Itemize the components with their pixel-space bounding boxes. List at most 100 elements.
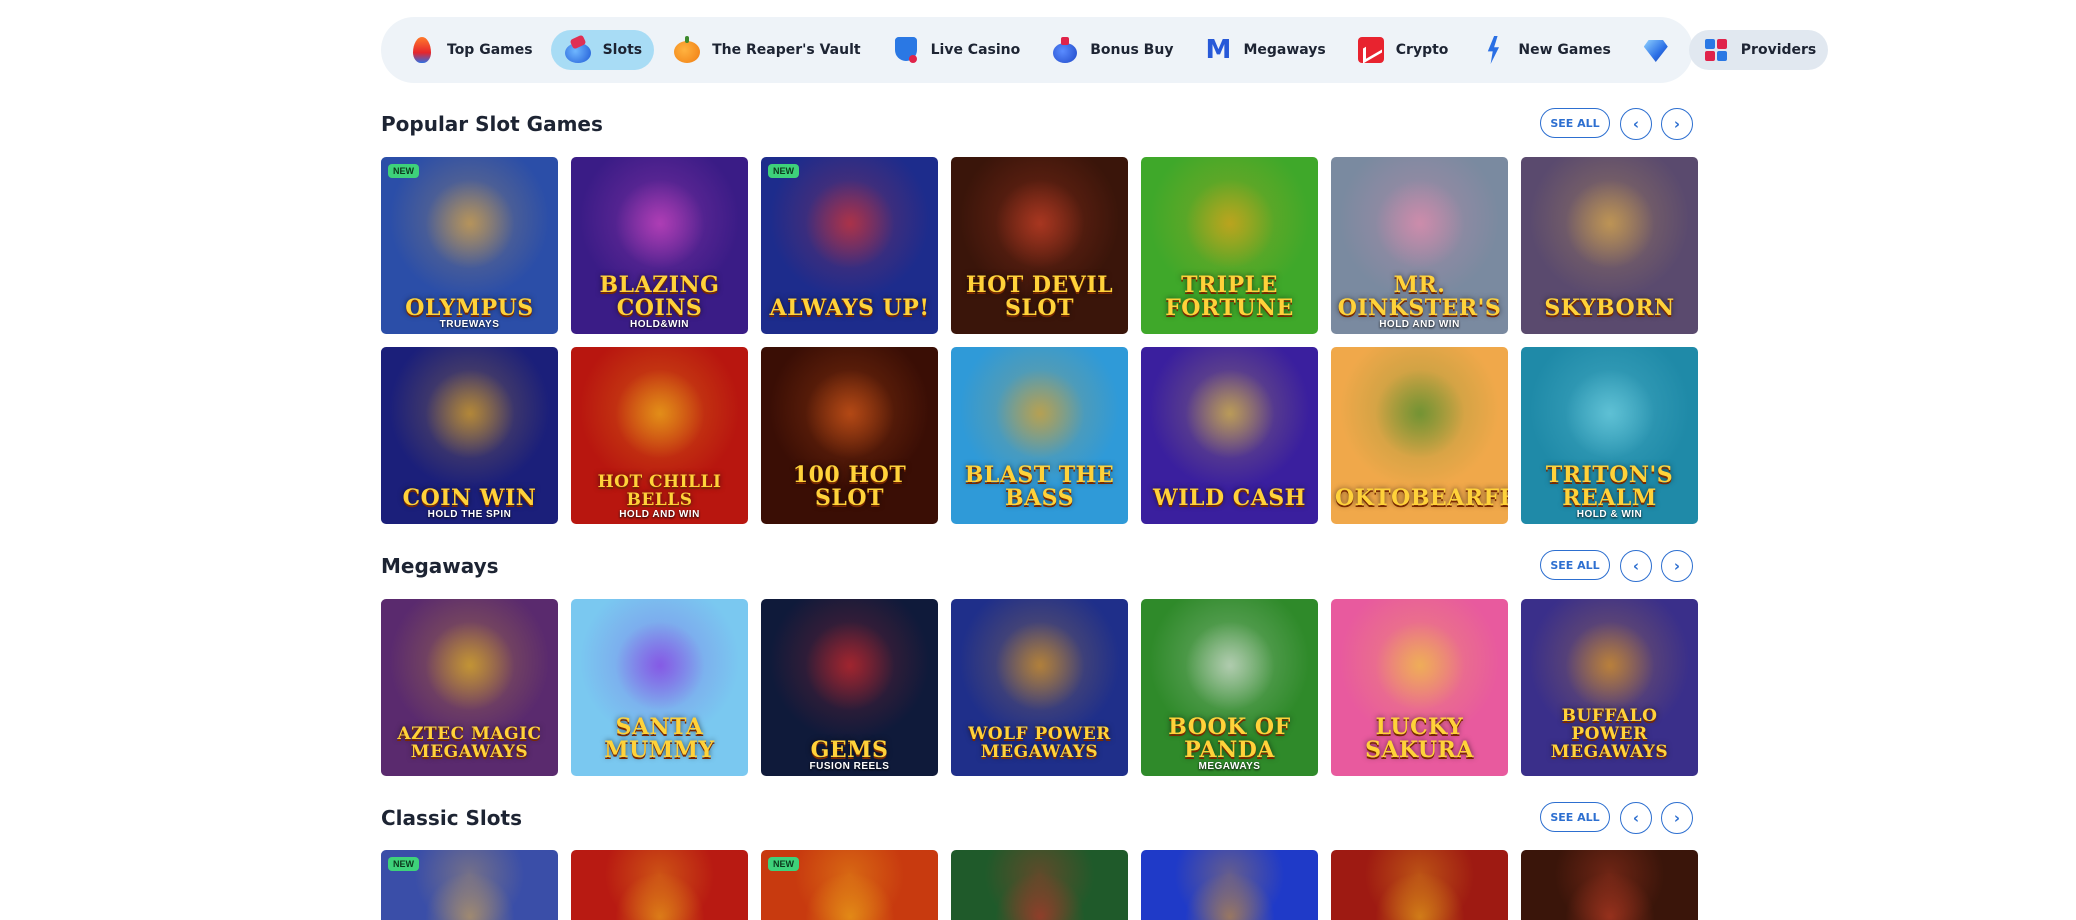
game-artwork [1565, 872, 1655, 920]
game-tile[interactable] [951, 850, 1128, 920]
game-artwork [1185, 179, 1275, 269]
nav-item-megaways[interactable]: M Megaways [1191, 30, 1337, 70]
lightning-icon [1478, 35, 1508, 65]
game-tile[interactable]: NEW Olympus TRUEWAYS [381, 157, 558, 334]
game-title: Aztec Magic Megaways [397, 724, 542, 763]
nav-item-label: Crypto [1395, 42, 1449, 58]
new-badge: NEW [768, 857, 799, 871]
game-row: NEW NEW [381, 850, 1698, 920]
nav-item-slots[interactable]: Slots [550, 30, 655, 70]
game-tile[interactable]: Mr. Oinkster's HOLD AND WIN [1331, 157, 1508, 334]
section-header-megaways: Megaways SEE ALL ‹ › [381, 550, 1699, 586]
game-tile[interactable]: Blast the Bass [951, 347, 1128, 524]
game-tile[interactable]: Coin Win HOLD THE SPIN [381, 347, 558, 524]
nav-item-label: Bonus Buy [1090, 42, 1174, 58]
game-tile[interactable]: Wild Cash [1141, 347, 1318, 524]
game-artwork [1375, 369, 1465, 459]
game-title: Santa Mummy [604, 713, 715, 763]
game-tile[interactable]: Triton's Realm HOLD & WIN [1521, 347, 1698, 524]
game-tile[interactable]: Hot Chilli Bells HOLD AND WIN [571, 347, 748, 524]
game-title: Always Up! [769, 294, 930, 321]
nav-item-new-games[interactable]: New Games [1466, 30, 1622, 70]
game-tile[interactable] [1331, 850, 1508, 920]
new-badge: NEW [388, 164, 419, 178]
category-nav: Top Games Slots The Reaper's Vault Live … [381, 17, 1829, 83]
next-button[interactable]: › [1661, 550, 1693, 582]
game-subtitle: FUSION REELS [809, 761, 890, 772]
game-artwork [425, 179, 515, 269]
game-artwork [425, 369, 515, 459]
see-all-button[interactable]: SEE ALL [1540, 108, 1610, 138]
nav-item-reapers-vault[interactable]: The Reaper's Vault [660, 30, 873, 70]
game-row: Aztec Magic Megaways Santa Mummy Gems FUSIO… [381, 599, 1698, 776]
game-tile[interactable]: 100 Hot Slot [761, 347, 938, 524]
new-badge: NEW [388, 857, 419, 871]
section-title: Megaways [381, 554, 499, 578]
game-title: Triton's Realm [1545, 461, 1674, 511]
game-tile[interactable]: Skyborn [1521, 157, 1698, 334]
game-subtitle: HOLD AND WIN [1379, 319, 1460, 330]
game-tile[interactable]: Lucky Sakura [1331, 599, 1508, 776]
see-all-button[interactable]: SEE ALL [1540, 550, 1610, 580]
nav-item-label: Providers [1740, 42, 1817, 58]
previous-button[interactable]: ‹ [1620, 802, 1652, 834]
game-tile[interactable]: Buffalo Power Megaways [1521, 599, 1698, 776]
game-tile[interactable]: Aztec Magic Megaways [381, 599, 558, 776]
game-artwork [1375, 179, 1465, 269]
game-title: Oktobearfest [1335, 484, 1508, 511]
game-tile[interactable]: Book of Panda MEGAWAYS [1141, 599, 1318, 776]
game-tile[interactable]: Gems FUSION REELS [761, 599, 938, 776]
nav-item-label: New Games [1518, 42, 1611, 58]
game-artwork [805, 179, 895, 269]
section-title: Popular Slot Games [381, 112, 603, 136]
previous-button[interactable]: ‹ [1620, 108, 1652, 140]
nav-item-top-games[interactable]: Top Games [395, 30, 545, 70]
next-button[interactable]: › [1661, 108, 1693, 140]
game-artwork [615, 872, 705, 920]
game-title: Mr. Oinkster's [1337, 271, 1502, 321]
game-tile[interactable]: Triple Fortune [1141, 157, 1318, 334]
next-button[interactable]: › [1661, 802, 1693, 834]
game-tile[interactable] [1141, 850, 1318, 920]
nav-item-label: Megaways [1243, 42, 1326, 58]
game-tile[interactable] [571, 850, 748, 920]
game-tile[interactable]: NEW Always Up! [761, 157, 938, 334]
game-artwork [1375, 621, 1465, 711]
chevron-right-icon: › [1673, 115, 1681, 133]
game-title: Blazing Coins [599, 271, 720, 321]
previous-button[interactable]: ‹ [1620, 550, 1652, 582]
game-subtitle: HOLD AND WIN [619, 509, 700, 520]
game-artwork [1565, 179, 1655, 269]
game-title: Olympus [405, 294, 534, 321]
game-title: Gems [810, 736, 889, 763]
nav-item-label: The Reaper's Vault [712, 42, 861, 58]
game-subtitle: HOLD & WIN [1576, 509, 1643, 520]
nav-item-live-casino[interactable]: Live Casino [879, 30, 1033, 70]
nav-item-providers[interactable]: Providers [1688, 30, 1829, 70]
nav-item-bonus-buy[interactable]: Bonus Buy [1038, 30, 1185, 70]
game-subtitle: HOLD&WIN [630, 319, 689, 330]
chart-icon [1356, 35, 1386, 65]
game-tile[interactable]: Wolf Power Megaways [951, 599, 1128, 776]
chevron-left-icon: ‹ [1632, 115, 1640, 133]
nav-item-diamond[interactable] [1629, 30, 1683, 70]
game-artwork [1565, 369, 1655, 459]
game-tile[interactable]: NEW [381, 850, 558, 920]
new-badge: NEW [768, 164, 799, 178]
game-row: NEW Olympus TRUEWAYS Blazing Coins HOLD&WIN N… [381, 157, 1698, 334]
game-title: Triple Fortune [1165, 271, 1294, 321]
game-artwork [995, 872, 1085, 920]
game-artwork [1375, 872, 1465, 920]
game-tile[interactable]: NEW [761, 850, 938, 920]
game-artwork [425, 872, 515, 920]
game-artwork [425, 621, 515, 711]
nav-item-crypto[interactable]: Crypto [1344, 30, 1461, 70]
see-all-button[interactable]: SEE ALL [1540, 802, 1610, 832]
game-title: Lucky Sakura [1365, 713, 1474, 763]
game-artwork [805, 369, 895, 459]
game-tile[interactable]: Oktobearfest [1331, 347, 1508, 524]
game-tile[interactable]: Santa Mummy [571, 599, 748, 776]
game-tile[interactable] [1521, 850, 1698, 920]
game-tile[interactable]: Blazing Coins HOLD&WIN [571, 157, 748, 334]
game-tile[interactable]: Hot Devil Slot [951, 157, 1128, 334]
